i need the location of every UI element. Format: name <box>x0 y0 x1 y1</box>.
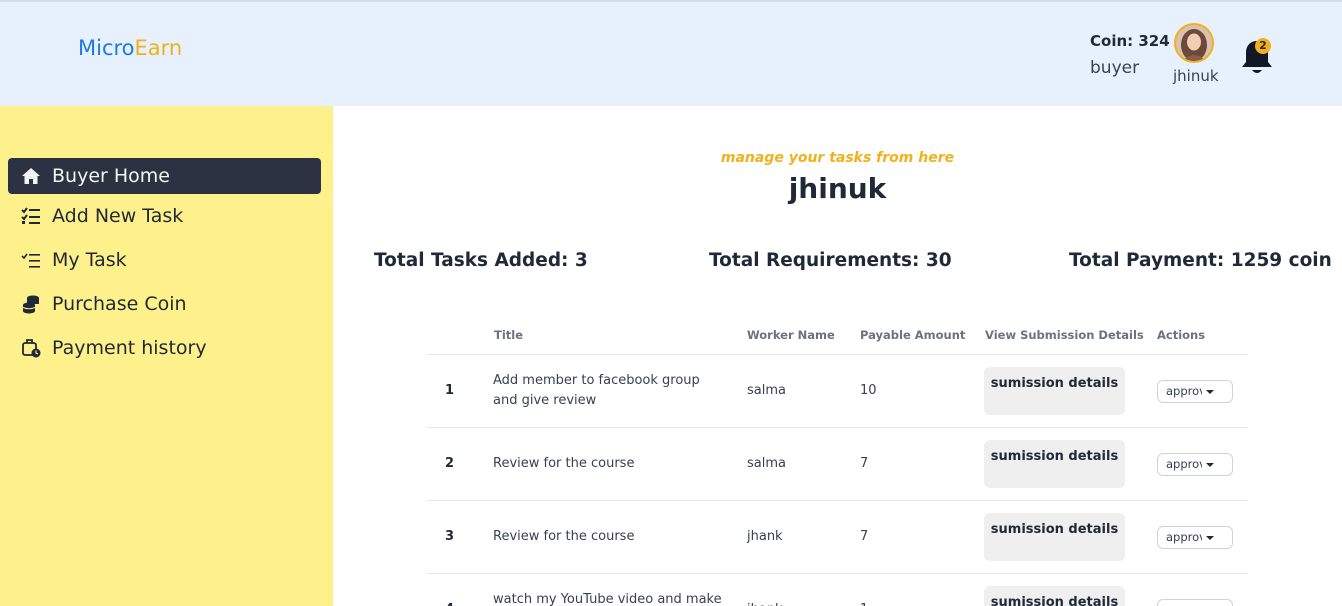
action-select-value: approve <box>1166 384 1202 398</box>
user-role: buyer <box>1090 58 1140 78</box>
coin-balance: Coin: 324 <box>1090 32 1170 50</box>
action-select[interactable]: approve <box>1157 599 1233 606</box>
brand-logo-part2: Earn <box>134 36 183 60</box>
stat-total-payment: Total Payment: 1259 coin <box>1069 250 1332 271</box>
submission-details-button[interactable]: sumission details <box>984 586 1125 606</box>
stat-total-tasks: Total Tasks Added: 3 <box>374 250 588 271</box>
action-select-value: approve <box>1166 457 1202 471</box>
row-worker: jhank <box>747 529 783 544</box>
row-amount: 7 <box>860 529 869 544</box>
submission-details-button[interactable]: sumission details <box>984 440 1125 488</box>
username-label: jhinuk <box>1173 67 1219 85</box>
brand-logo[interactable]: MicroEarn <box>78 36 182 60</box>
column-header-amount: Payable Amount <box>860 328 966 342</box>
top-header: MicroEarn Coin: 324 buyer jhinuk 2 <box>0 0 1342 106</box>
submission-details-button[interactable]: sumission details <box>984 513 1125 561</box>
action-select-value: approve <box>1166 600 1202 606</box>
row-amount: 10 <box>860 383 877 398</box>
sidebar-item-label: Add New Task <box>52 205 184 227</box>
row-title: watch my YouTube video and make <box>493 592 722 606</box>
sidebar-item-purchase-coin[interactable]: Purchase Coin <box>8 286 321 322</box>
row-index: 4 <box>445 602 454 606</box>
action-select-value: approve <box>1166 530 1202 544</box>
payment-history-icon <box>20 337 42 359</box>
coins-icon <box>20 293 42 315</box>
sidebar-item-label: Payment history <box>52 337 207 359</box>
action-select[interactable]: approve <box>1157 380 1233 403</box>
row-worker: salma <box>747 456 786 471</box>
row-worker: jhank <box>747 600 783 606</box>
divider <box>428 354 1248 355</box>
sidebar-item-my-task[interactable]: My Task <box>8 242 321 278</box>
task-list-icon <box>20 205 42 227</box>
checklist-icon <box>20 249 42 271</box>
sidebar-item-label: Purchase Coin <box>52 293 187 315</box>
action-select[interactable]: approve <box>1157 453 1233 476</box>
row-title: Review for the course <box>493 456 635 471</box>
page-title-text: jhinuk <box>788 172 887 205</box>
chevron-down-icon <box>1206 536 1214 540</box>
notification-badge: 2 <box>1255 38 1271 54</box>
stat-total-requirements: Total Requirements: 30 <box>709 250 952 271</box>
row-amount: 7 <box>860 456 869 471</box>
avatar[interactable] <box>1174 23 1214 63</box>
column-header-worker: Worker Name <box>747 328 835 342</box>
row-index: 3 <box>445 529 455 544</box>
sidebar-item-payment-history[interactable]: Payment history <box>8 330 321 366</box>
row-title: Add member to facebook group and give re… <box>493 373 700 408</box>
brand-logo-part1: Micro <box>78 36 135 60</box>
divider <box>428 573 1248 574</box>
row-amount: 1 <box>860 600 868 606</box>
row-index: 1 <box>445 383 455 398</box>
row-title: Review for the course <box>493 529 635 544</box>
divider <box>428 427 1248 428</box>
row-worker: salma <box>747 383 786 398</box>
action-select[interactable]: approve <box>1157 526 1233 549</box>
divider <box>428 500 1248 501</box>
submission-details-button[interactable]: sumission details <box>984 367 1125 415</box>
column-header-actions: Actions <box>1157 328 1206 342</box>
page-subtitle-text: manage your tasks from here <box>720 150 955 166</box>
page-subtitle: manage your tasks from here <box>0 150 1342 166</box>
chevron-down-icon <box>1206 463 1214 467</box>
column-header-title: Title <box>494 328 524 342</box>
column-header-submission: View Submission Details <box>985 328 1144 342</box>
page-title: jhinuk <box>0 172 1342 205</box>
sidebar-item-label: My Task <box>52 249 127 271</box>
chevron-down-icon <box>1206 390 1214 394</box>
row-index: 2 <box>445 456 455 471</box>
